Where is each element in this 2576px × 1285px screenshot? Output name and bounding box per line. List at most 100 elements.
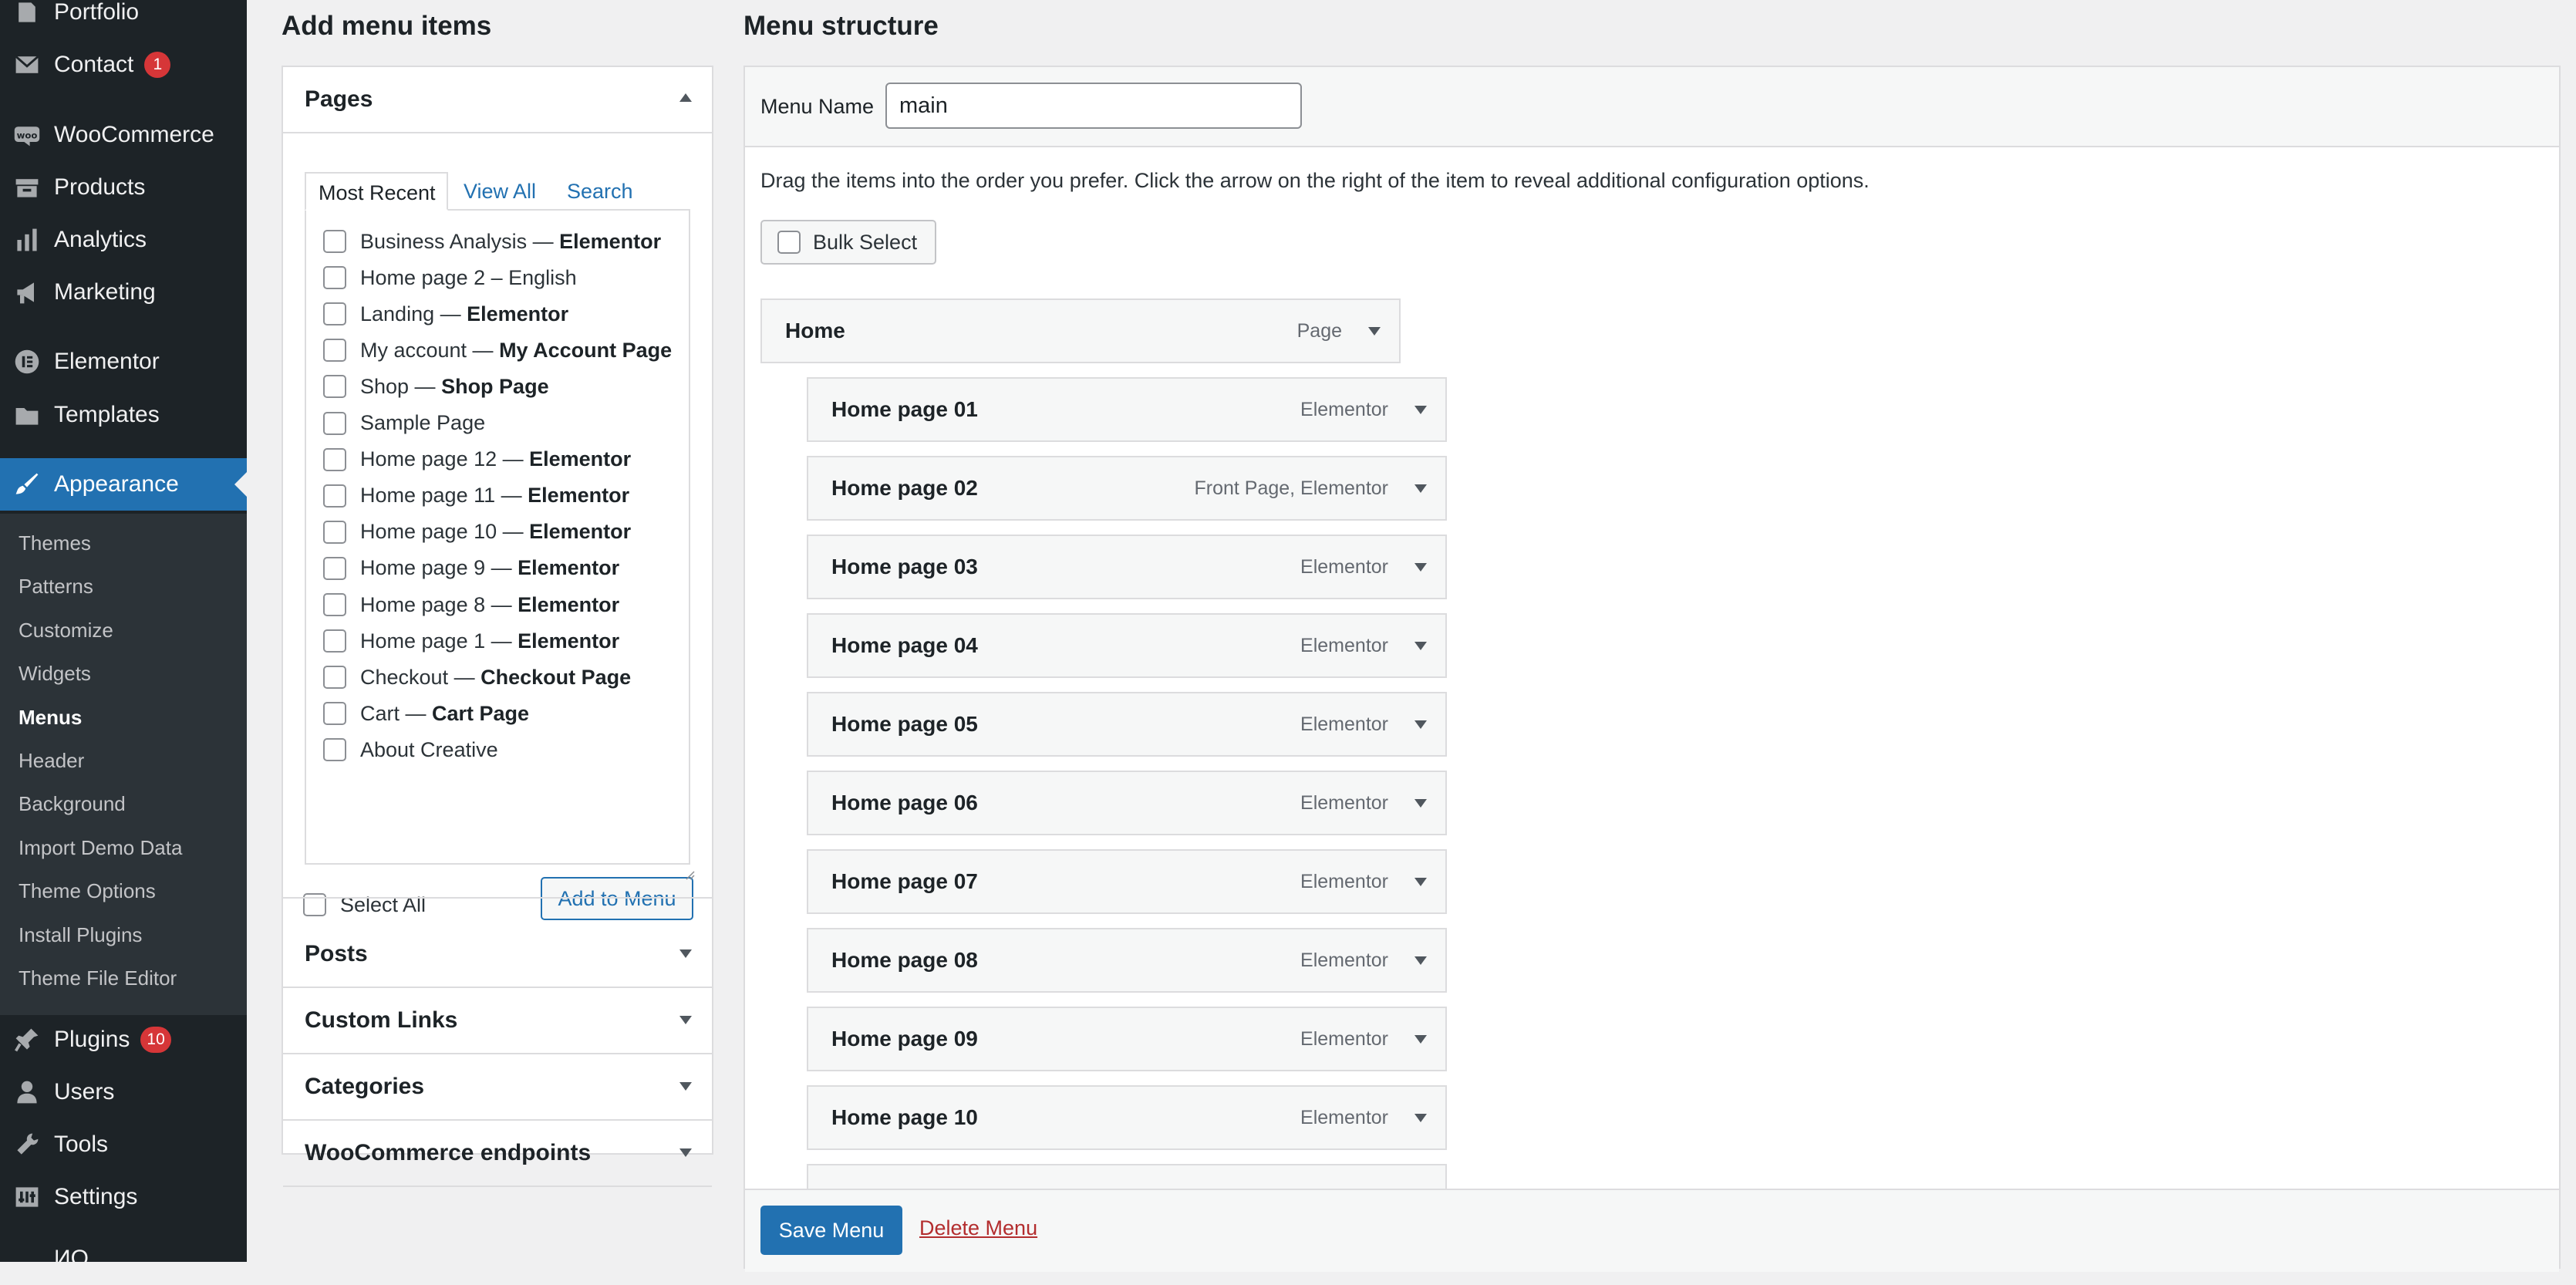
page-checkbox[interactable] (323, 738, 346, 762)
page-checkbox[interactable] (323, 629, 346, 653)
page-checkbox[interactable] (323, 666, 346, 690)
menu-item[interactable]: Home page 09 Elementor (807, 1007, 1447, 1071)
page-checklist-item[interactable]: Home page 11 — Elementor (323, 481, 629, 511)
page-checklist-item[interactable]: Home page 1 — Elementor (323, 626, 619, 656)
page-checkbox[interactable] (323, 447, 346, 471)
save-menu-button[interactable]: Save Menu (760, 1206, 902, 1255)
page-checkbox[interactable] (323, 484, 346, 508)
item-edit-arrow-icon[interactable] (1414, 956, 1427, 965)
section-header-categories[interactable]: Categories (283, 1054, 712, 1119)
menu-name-input[interactable] (885, 83, 1302, 129)
page-checklist-item[interactable]: Home page 2 – English (323, 262, 577, 293)
tab-search[interactable]: Search (567, 172, 633, 211)
page-checklist-item[interactable]: My account — My Account Page (323, 335, 672, 366)
sidebar-item-appearance[interactable]: Appearance (0, 458, 247, 511)
section-title: Posts (305, 941, 368, 966)
submenu-item-themes[interactable]: Themes (19, 528, 91, 558)
wrench-icon (12, 1130, 42, 1159)
sidebar-item-settings[interactable]: Settings (0, 1171, 247, 1223)
expand-arrow-icon[interactable] (679, 1016, 692, 1024)
page-checkbox[interactable] (323, 339, 346, 363)
submenu-item-theme-options[interactable]: Theme Options (19, 875, 156, 906)
menu-item[interactable]: Home page 08 Elementor (807, 928, 1447, 993)
page-checkbox[interactable] (323, 230, 346, 253)
submenu-item-widgets[interactable]: Widgets (19, 658, 91, 689)
menu-item[interactable]: Home page 03 Elementor (807, 535, 1447, 599)
menu-item[interactable]: Home page 07 Elementor (807, 849, 1447, 914)
menu-item[interactable]: Home page 05 Elementor (807, 692, 1447, 757)
sidebar-item-ио[interactable]: ИО (0, 1233, 247, 1285)
sidebar-item-templates[interactable]: Templates (0, 389, 247, 441)
section-header-posts[interactable]: Posts (283, 922, 712, 987)
sidebar-item-elementor[interactable]: Elementor (0, 336, 247, 388)
section-header-custom-links[interactable]: Custom Links (283, 988, 712, 1053)
item-edit-arrow-icon[interactable] (1414, 1035, 1427, 1044)
sidebar-item-users[interactable]: Users (0, 1066, 247, 1118)
sidebar-item-tools[interactable]: Tools (0, 1118, 247, 1171)
section-header-woocommerce-endpoints[interactable]: WooCommerce endpoints (283, 1121, 712, 1186)
submenu-item-menus[interactable]: Menus (19, 702, 82, 733)
page-checklist-item[interactable]: Home page 9 — Elementor (323, 553, 619, 584)
page-checkbox[interactable] (323, 593, 346, 616)
item-edit-arrow-icon[interactable] (1414, 406, 1427, 414)
submenu-item-customize[interactable]: Customize (19, 615, 113, 646)
item-edit-arrow-icon[interactable] (1414, 563, 1427, 572)
submenu-item-theme-file-editor[interactable]: Theme File Editor (19, 963, 177, 993)
page-checklist-item[interactable]: Cart — Cart Page (323, 698, 529, 729)
page-checklist-item[interactable]: Home page 10 — Elementor (323, 517, 631, 548)
tab-most-recent[interactable]: Most Recent (305, 172, 448, 211)
page-checklist-item[interactable]: Shop — Shop Page (323, 371, 549, 402)
bulk-select-button[interactable]: Bulk Select (760, 220, 936, 265)
tab-view-all[interactable]: View All (464, 172, 536, 211)
menu-item-title: Home page 09 (831, 1027, 978, 1051)
select-all-row[interactable]: Select All (303, 889, 426, 920)
menu-item[interactable]: Home page 01 Elementor (807, 377, 1447, 442)
sidebar-item-analytics[interactable]: Analytics (0, 214, 247, 266)
page-checkbox[interactable] (323, 702, 346, 726)
page-checklist-item[interactable]: Home page 8 — Elementor (323, 589, 619, 620)
page-checkbox[interactable] (323, 556, 346, 580)
sidebar-item-plugins[interactable]: Plugins 10 (0, 1013, 247, 1066)
expand-arrow-icon[interactable] (679, 1082, 692, 1091)
item-edit-arrow-icon[interactable] (1414, 878, 1427, 886)
page-checkbox[interactable] (323, 375, 346, 399)
sidebar-item-products[interactable]: Products (0, 161, 247, 214)
page-checkbox[interactable] (323, 520, 346, 544)
page-checklist-item[interactable]: Sample Page (323, 408, 485, 439)
page-checkbox[interactable] (323, 411, 346, 435)
menu-item[interactable]: Home page 02 Front Page, Elementor (807, 456, 1447, 521)
page-checkbox[interactable] (323, 266, 346, 290)
bulk-select-checkbox[interactable] (777, 231, 801, 254)
sidebar-item-contact[interactable]: Contact 1 (0, 39, 247, 91)
resize-handle-icon[interactable] (684, 869, 695, 880)
item-edit-arrow-icon[interactable] (1414, 642, 1427, 650)
delete-menu-link[interactable]: Delete Menu (919, 1216, 1037, 1240)
sidebar-item-portfolio[interactable]: Portfolio (0, 0, 247, 39)
submenu-item-install-plugins[interactable]: Install Plugins (19, 919, 142, 950)
submenu-item-patterns[interactable]: Patterns (19, 571, 93, 602)
item-edit-arrow-icon[interactable] (1414, 1114, 1427, 1122)
add-to-menu-button[interactable]: Add to Menu (541, 877, 693, 920)
item-edit-arrow-icon[interactable] (1368, 327, 1381, 336)
page-checklist-item[interactable]: Landing — Elementor (323, 298, 568, 329)
sidebar-item-marketing[interactable]: Marketing (0, 266, 247, 319)
submenu-item-background[interactable]: Background (19, 788, 126, 819)
menu-item[interactable]: Home page 06 Elementor (807, 771, 1447, 835)
page-checkbox[interactable] (323, 302, 346, 326)
item-edit-arrow-icon[interactable] (1414, 484, 1427, 493)
sidebar-item-woocommerce[interactable]: woo WooCommerce (0, 109, 247, 161)
menu-item[interactable]: Home Page (760, 298, 1401, 363)
submenu-item-header[interactable]: Header (19, 745, 84, 776)
expand-arrow-icon[interactable] (679, 1148, 692, 1157)
item-edit-arrow-icon[interactable] (1414, 799, 1427, 808)
submenu-item-import-demo-data[interactable]: Import Demo Data (19, 832, 182, 863)
menu-item[interactable]: Home page 04 Elementor (807, 613, 1447, 678)
page-checklist-item[interactable]: About Creative (323, 734, 498, 765)
page-checklist-item[interactable]: Home page 12 — Elementor (323, 444, 631, 475)
item-edit-arrow-icon[interactable] (1414, 720, 1427, 729)
page-checklist-item[interactable]: Checkout — Checkout Page (323, 662, 631, 693)
expand-arrow-icon[interactable] (679, 949, 692, 958)
menu-item[interactable]: Home page 10 Elementor (807, 1085, 1447, 1150)
page-checklist-item[interactable]: Business Analysis — Elementor (323, 226, 661, 257)
pages-section-header[interactable]: Pages (283, 67, 712, 132)
